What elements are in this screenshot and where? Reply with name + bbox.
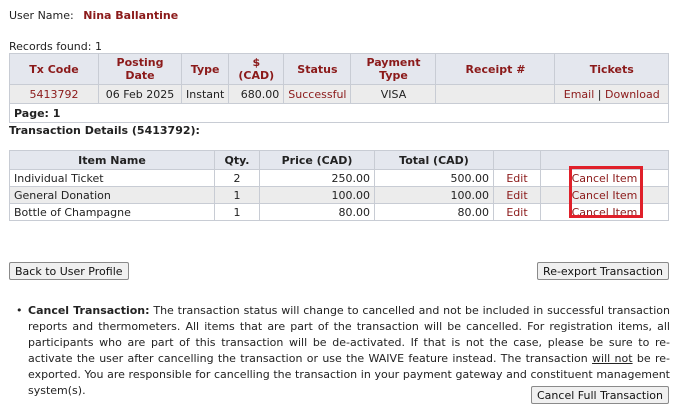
tx-code-link[interactable]: 5413792 — [9, 84, 99, 104]
item-name-cell: Bottle of Champagne — [9, 203, 215, 221]
item-price-cell: 250.00 — [259, 169, 375, 187]
tickets-separator: | — [597, 87, 602, 101]
item-name-cell: General Donation — [9, 186, 215, 204]
item-price-cell: 100.00 — [259, 186, 375, 204]
user-name-line: User Name: Nina Ballantine — [9, 9, 178, 22]
col-payment-type: Payment Type — [350, 53, 437, 85]
transactions-header-row: Tx Code Posting Date Type $ (CAD) Status… — [9, 53, 669, 85]
cancel-transaction-note: • Cancel Transaction: The transaction st… — [16, 303, 670, 399]
page-indicator: Page: 1 — [9, 103, 669, 123]
item-name-cell: Individual Ticket — [9, 169, 215, 187]
download-tickets-link[interactable]: Download — [605, 88, 660, 101]
records-found: Records found: 1 — [9, 40, 102, 53]
transactions-table: Tx Code Posting Date Type $ (CAD) Status… — [9, 53, 669, 123]
edit-item-link[interactable]: Edit — [493, 186, 541, 204]
tickets-cell: Email | Download — [554, 84, 669, 104]
receipt-cell — [435, 84, 556, 104]
col-receipt: Receipt # — [435, 53, 556, 85]
user-name-label: User Name: — [9, 9, 74, 22]
item-total-cell: 100.00 — [374, 186, 494, 204]
pagination-row: Page: 1 — [9, 103, 669, 123]
col-amount: $ (CAD) — [228, 53, 285, 85]
col-total: Total (CAD) — [374, 150, 494, 170]
col-tx-code: Tx Code — [9, 53, 99, 85]
email-tickets-link[interactable]: Email — [564, 88, 595, 101]
item-qty-cell: 1 — [214, 186, 260, 204]
page-label: Page: 1 — [14, 106, 61, 120]
bullet: • — [16, 304, 23, 317]
item-qty-cell: 2 — [214, 169, 260, 187]
col-edit — [493, 150, 541, 170]
status-cell: Successful — [283, 84, 352, 104]
item-price-cell: 80.00 — [259, 203, 375, 221]
payment-type-cell: VISA — [350, 84, 437, 104]
col-item-name: Item Name — [9, 150, 215, 170]
item-qty-cell: 1 — [214, 203, 260, 221]
col-tickets: Tickets — [554, 53, 669, 85]
cancel-items-highlight — [569, 166, 643, 218]
note-underlined: will not — [592, 352, 633, 365]
cancel-full-transaction-button[interactable]: Cancel Full Transaction — [531, 386, 669, 404]
col-posting-date: Posting Date — [98, 53, 182, 85]
amount-cell: 680.00 — [228, 84, 285, 104]
edit-item-link[interactable]: Edit — [493, 169, 541, 187]
transaction-details-title: Transaction Details (5413792): — [9, 124, 200, 137]
col-qty: Qty. — [214, 150, 260, 170]
col-status: Status — [283, 53, 352, 85]
table-row: 5413792 06 Feb 2025 Instant 680.00 Succe… — [9, 84, 669, 104]
edit-item-link[interactable]: Edit — [493, 203, 541, 221]
item-total-cell: 80.00 — [374, 203, 494, 221]
back-to-user-profile-button[interactable]: Back to User Profile — [9, 262, 129, 280]
col-type: Type — [180, 53, 230, 85]
re-export-transaction-button[interactable]: Re-export Transaction — [537, 262, 669, 280]
user-name-value: Nina Ballantine — [83, 9, 179, 22]
type-cell: Instant — [180, 84, 230, 104]
item-total-cell: 500.00 — [374, 169, 494, 187]
col-price: Price (CAD) — [259, 150, 375, 170]
note-heading: Cancel Transaction: — [28, 304, 150, 317]
posting-date-cell: 06 Feb 2025 — [98, 84, 182, 104]
